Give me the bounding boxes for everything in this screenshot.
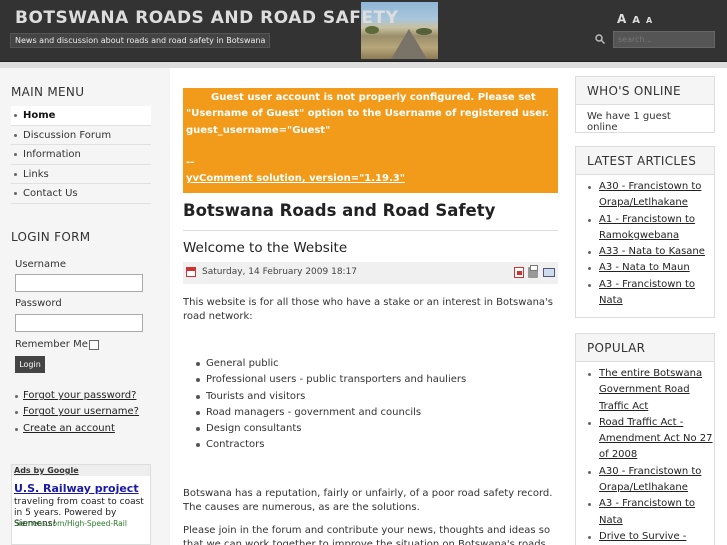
list-item: A30 - Francistown to Orapa/Letlhakane: [586, 179, 714, 212]
list-item: The entire Botswana Government Road Traf…: [586, 366, 714, 415]
list-item: Road Traffic Act - Amendment Act No 27 o…: [586, 415, 714, 464]
font-sizer: AAA: [617, 12, 658, 26]
ads-header[interactable]: Ads by Google: [12, 465, 150, 476]
title-divider: [183, 230, 558, 231]
search-input[interactable]: [613, 31, 715, 48]
create-account-link[interactable]: Create an account: [23, 423, 115, 434]
login-links: Forgot your password? Forgot your userna…: [15, 390, 139, 439]
search-icon[interactable]: [595, 34, 605, 44]
list-item: A33 - Nata to Kasane: [586, 244, 714, 260]
main-menu: Home Discussion Forum Information Links …: [11, 106, 151, 204]
article-link[interactable]: A1 - Francistown to Ramokgwebana: [599, 214, 695, 241]
login-form-title: LOGIN FORM: [11, 230, 91, 244]
list-item: Tourists and visitors: [196, 389, 466, 405]
notice-line-4: --: [186, 157, 195, 168]
para2-line-2: The causes are numerous, as are the solu…: [183, 502, 420, 513]
list-item: Contractors: [196, 437, 466, 453]
whos-online-title: WHO'S ONLINE: [576, 77, 714, 105]
login-button[interactable]: Login: [15, 356, 45, 373]
popular-link[interactable]: The entire Botswana Government Road Traf…: [599, 368, 702, 412]
article-date: Saturday, 14 February 2009 18:17: [202, 267, 358, 277]
site-title[interactable]: BOTSWANA ROADS AND ROAD SAFETY: [15, 8, 398, 28]
article-link[interactable]: A33 - Nata to Kasane: [599, 246, 705, 257]
page-title: Botswana Roads and Road Safety: [183, 201, 496, 220]
list-item: A30 - Francistown to Orapa/Letlhakane: [586, 464, 714, 497]
yvcomment-link[interactable]: yvComment solution, version="1.19.3": [186, 173, 405, 184]
popular-link[interactable]: A3 - Francistown to Nata: [599, 498, 695, 525]
article-link[interactable]: A30 - Francistown to Orapa/Letlhakane: [599, 181, 701, 208]
whos-online-text: We have 1 guest online: [587, 111, 671, 133]
guest-config-notice: Guest user account is not properly confi…: [183, 88, 558, 193]
popular-list: The entire Botswana Government Road Traf…: [576, 362, 714, 545]
popular-link[interactable]: Drive to Survive -: [599, 531, 686, 542]
notice-line-2: "Username of Guest" option to the Userna…: [186, 108, 550, 119]
forgot-password-link[interactable]: Forgot your password?: [23, 390, 136, 401]
create-account-item: Create an account: [15, 423, 139, 439]
font-size-increase-button[interactable]: A: [617, 12, 626, 26]
ad-title-link[interactable]: U.S. Railway project: [14, 482, 139, 495]
menu-item-links[interactable]: Links: [11, 165, 151, 184]
main-menu-title: MAIN MENU: [11, 85, 85, 99]
font-size-decrease-button[interactable]: A: [646, 16, 652, 25]
article-title: Welcome to the Website: [183, 240, 348, 256]
notice-link-wrapper: yvComment solution, version="1.19.3": [186, 173, 405, 184]
remember-me-label: Remember Me: [15, 339, 88, 350]
list-item: General public: [196, 356, 466, 372]
calendar-icon: [186, 267, 196, 277]
username-field[interactable]: [15, 274, 143, 292]
list-item: A3 - Francistown to Nata: [586, 496, 714, 529]
article-link[interactable]: A3 - Nata to Maun: [599, 262, 690, 273]
forgot-username-item: Forgot your username?: [15, 406, 139, 422]
latest-articles-list: A30 - Francistown to Orapa/Letlhakane A1…: [576, 175, 714, 309]
latest-articles-module: LATEST ARTICLES A30 - Francistown to Ora…: [575, 146, 715, 318]
list-item: A3 - Nata to Maun: [586, 260, 714, 276]
forgot-username-link[interactable]: Forgot your username?: [23, 406, 139, 417]
font-size-reset-button[interactable]: A: [632, 15, 640, 26]
list-item: Road managers - government and councils: [196, 405, 466, 421]
notice-line-3: guest_username="Guest": [186, 125, 331, 136]
remember-me-checkbox[interactable]: [89, 340, 99, 350]
menu-item-discussion-forum[interactable]: Discussion Forum: [11, 126, 151, 145]
menu-item-contact-us[interactable]: Contact Us: [11, 184, 151, 204]
article-link[interactable]: A3 - Francistown to Nata: [599, 279, 695, 306]
list-item: Professional users - public transporters…: [196, 372, 466, 388]
list-item: Design consultants: [196, 421, 466, 437]
print-icon[interactable]: [528, 265, 538, 278]
popular-module: POPULAR The entire Botswana Government R…: [575, 333, 715, 545]
popular-title: POPULAR: [576, 334, 714, 362]
password-field[interactable]: [15, 314, 143, 332]
list-item: A3 - Francistown to Nata: [586, 277, 714, 310]
username-label: Username: [15, 259, 66, 270]
email-icon[interactable]: [543, 268, 555, 277]
ad-url[interactable]: Siemens.com/High-Speed-Rail: [14, 519, 127, 528]
password-label: Password: [15, 298, 62, 309]
left-sidebar: MAIN MENU Home Discussion Forum Informat…: [0, 68, 170, 545]
menu-item-information[interactable]: Information: [11, 145, 151, 165]
para3-line-2: that we can work together to improve the…: [183, 539, 549, 545]
intro-line-2: road network:: [183, 311, 253, 322]
pdf-icon[interactable]: [514, 267, 524, 278]
list-item: Drive to Survive -: [586, 529, 714, 545]
site-header: BOTSWANA ROADS AND ROAD SAFETY News and …: [0, 0, 727, 62]
popular-link[interactable]: A30 - Francistown to Orapa/Letlhakane: [599, 466, 701, 493]
menu-item-home[interactable]: Home: [11, 106, 151, 126]
article-meta-bar: Saturday, 14 February 2009 18:17: [183, 262, 558, 284]
whos-online-module: WHO'S ONLINE We have 1 guest online: [575, 76, 715, 133]
site-tagline: News and discussion about roads and road…: [10, 33, 271, 48]
forgot-password-item: Forgot your password?: [15, 390, 139, 406]
list-item: A1 - Francistown to Ramokgwebana: [586, 212, 714, 245]
popular-link[interactable]: Road Traffic Act - Amendment Act No 27 o…: [599, 417, 713, 461]
notice-line-1: Guest user account is not properly confi…: [211, 92, 536, 103]
google-ads-box: Ads by Google U.S. Railway project trave…: [11, 464, 151, 545]
latest-articles-title: LATEST ARTICLES: [576, 147, 714, 175]
audience-list: General public Professional users - publ…: [196, 356, 466, 454]
